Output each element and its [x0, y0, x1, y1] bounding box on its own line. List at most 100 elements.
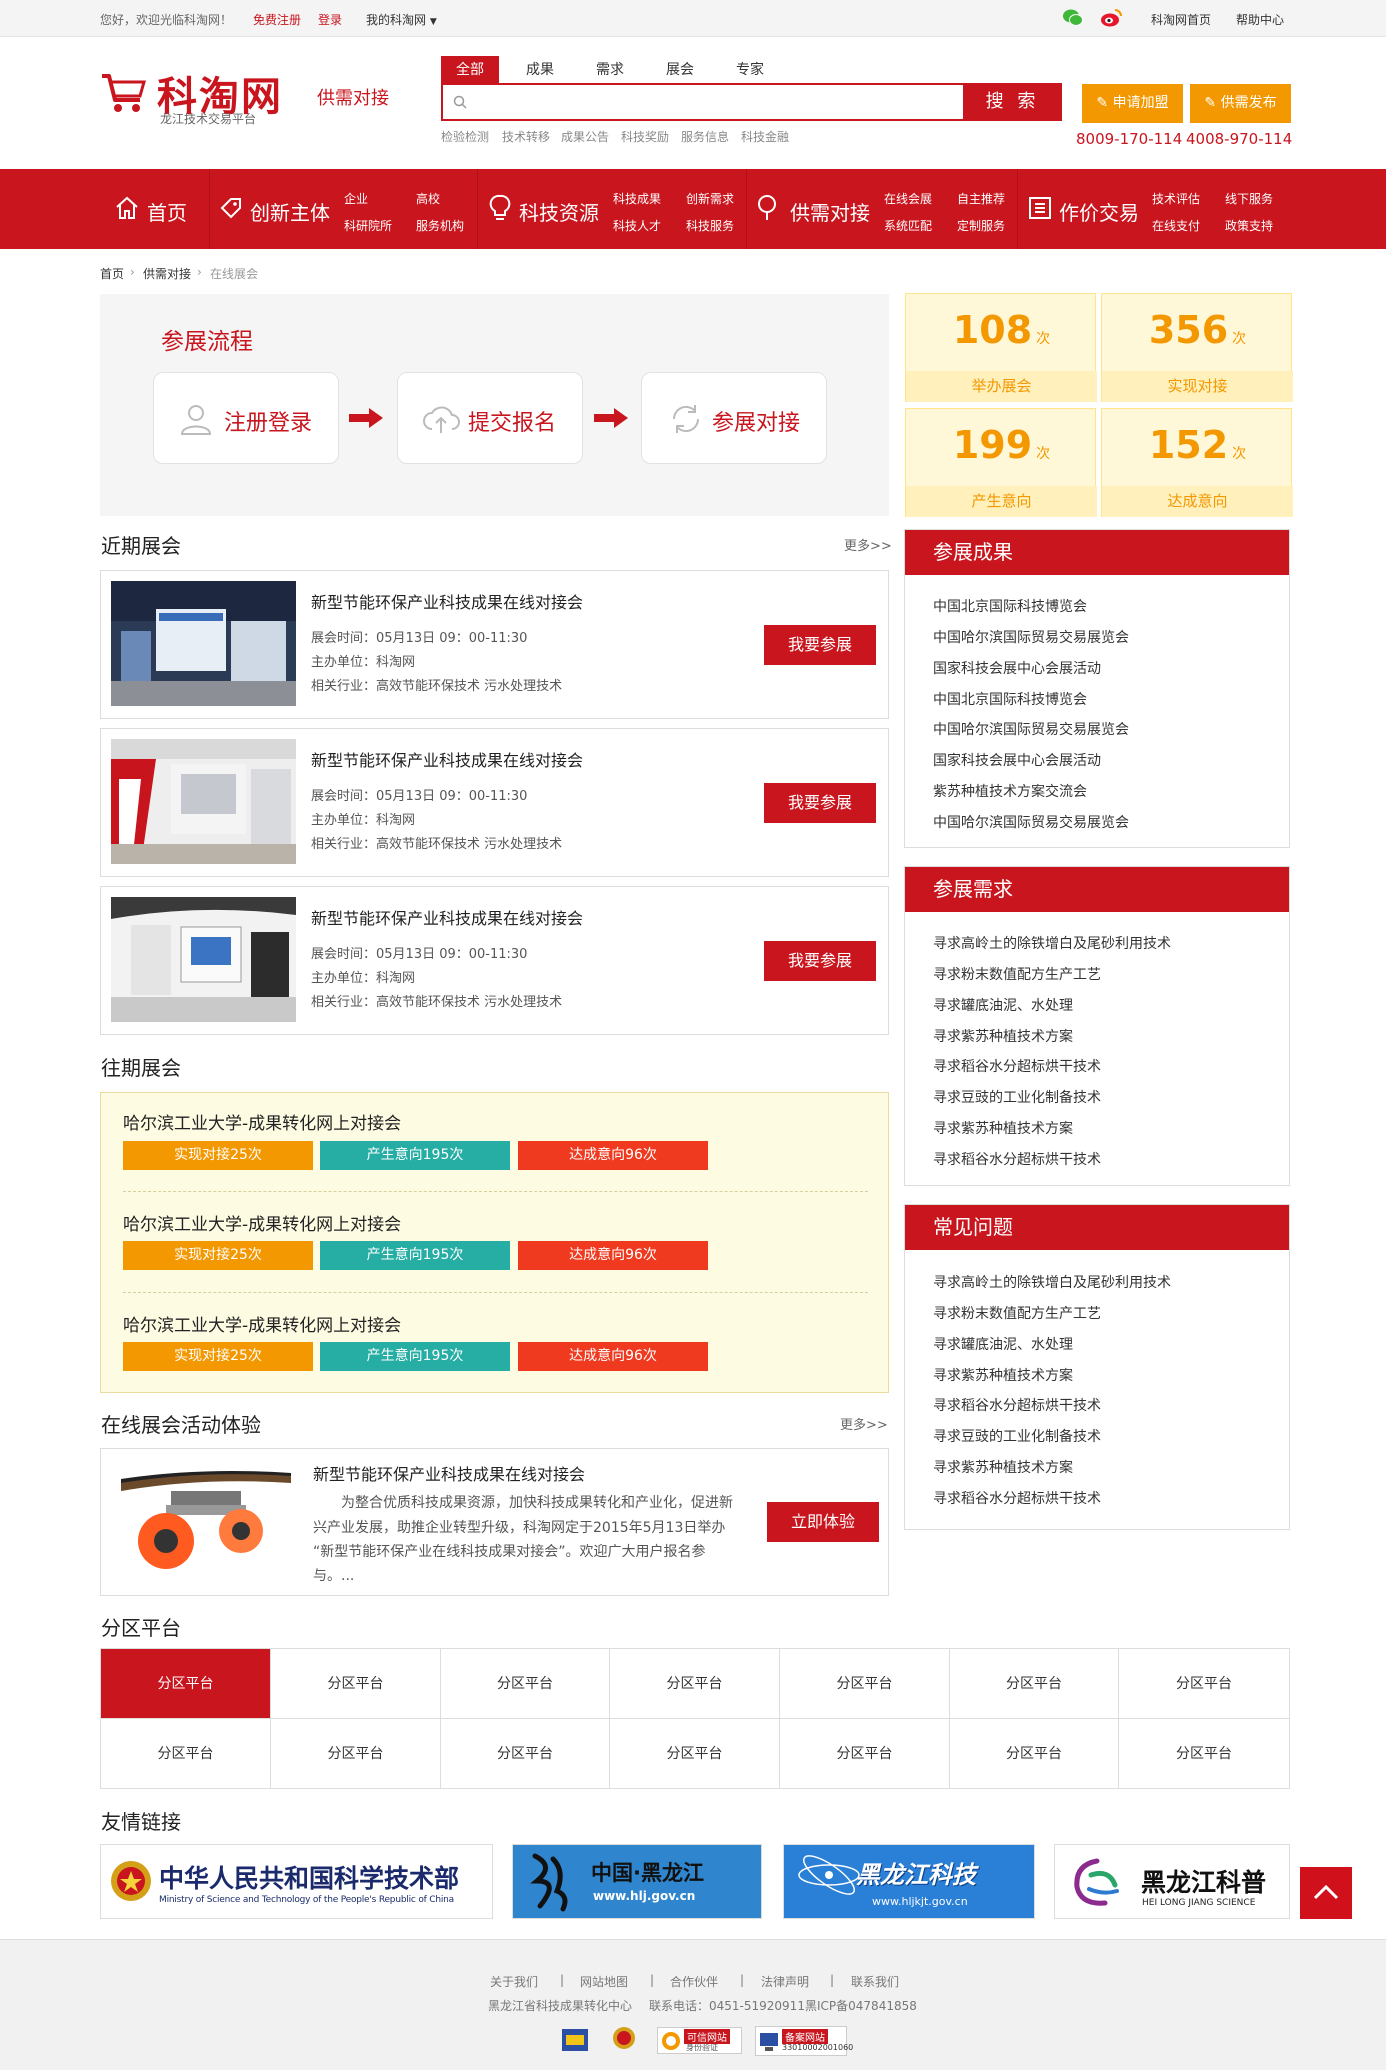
expo-title[interactable]: 新型节能环保产业科技成果在线对接会 — [311, 589, 583, 613]
search-tab-all[interactable]: 全部 — [441, 56, 499, 84]
experience-more-link[interactable]: 更多>> — [840, 1414, 888, 1433]
search-tab-expert[interactable]: 专家 — [721, 56, 779, 84]
partition-cell[interactable]: 分区平台 — [271, 1649, 441, 1719]
wechat-icon[interactable] — [1062, 8, 1084, 31]
past-expo-title[interactable]: 哈尔滨工业大学-成果转化网上对接会 — [123, 1109, 401, 1134]
site-home-link[interactable]: 科淘网首页 — [1151, 11, 1211, 28]
side-list-item[interactable]: 中国哈尔滨国际贸易交易展览会 — [933, 719, 1129, 739]
nav-pricing-trade[interactable]: 作价交易 — [1059, 197, 1139, 226]
partition-cell[interactable]: 分区平台 — [950, 1649, 1119, 1719]
link-hlj-gov[interactable]: 中国·黑龙江 www.hlj.gov.cn — [512, 1844, 762, 1919]
search-input[interactable] — [441, 83, 963, 121]
past-expo-title[interactable]: 哈尔滨工业大学-成果转化网上对接会 — [123, 1210, 401, 1235]
login-link[interactable]: 登录 — [318, 11, 342, 28]
nav-link-talent[interactable]: 科技人才 — [613, 217, 661, 234]
partition-cell[interactable]: 分区平台 — [1119, 1649, 1289, 1719]
side-list-item[interactable]: 寻求稻谷水分超标烘干技术 — [933, 1488, 1101, 1508]
side-list-item[interactable]: 寻求罐底油泥、水处理 — [933, 995, 1073, 1015]
footer-link-partners[interactable]: 合作伙伴 — [670, 1973, 718, 1990]
side-list-item[interactable]: 中国北京国际科技博览会 — [933, 596, 1087, 616]
partition-cell[interactable]: 分区平台 — [610, 1719, 780, 1789]
search-tab-demand[interactable]: 需求 — [581, 56, 639, 84]
hot-word-2[interactable]: 技术转移 — [502, 128, 550, 145]
partition-cell[interactable]: 分区平台 — [101, 1719, 271, 1789]
publish-demand-button[interactable]: ✎ 供需发布 — [1190, 84, 1291, 123]
expo-title[interactable]: 新型节能环保产业科技成果在线对接会 — [311, 905, 583, 929]
step-register[interactable]: 注册登录 — [153, 372, 339, 464]
nav-link-custom-service[interactable]: 定制服务 — [957, 217, 1005, 234]
my-account-menu[interactable]: 我的科淘网 ▼ — [366, 11, 437, 28]
nav-link-enterprise[interactable]: 企业 — [344, 190, 368, 207]
side-list-item[interactable]: 紫苏种植技术方案交流会 — [933, 781, 1087, 801]
search-tab-expo[interactable]: 展会 — [651, 56, 709, 84]
nav-link-service-org[interactable]: 服务机构 — [416, 217, 464, 234]
side-list-item[interactable]: 中国哈尔滨国际贸易交易展览会 — [933, 627, 1129, 647]
side-list-item[interactable]: 寻求紫苏种植技术方案 — [933, 1365, 1073, 1385]
breadcrumb-home[interactable]: 首页 — [100, 265, 124, 282]
side-list-item[interactable]: 寻求高岭土的除铁增白及尾砂利用技术 — [933, 933, 1171, 953]
side-list-item[interactable]: 中国哈尔滨国际贸易交易展览会 — [933, 812, 1129, 832]
side-list-item[interactable]: 中国北京国际科技博览会 — [933, 689, 1087, 709]
link-most[interactable]: 中华人民共和国科学技术部 Ministry of Science and Tec… — [100, 1844, 493, 1919]
partition-cell[interactable]: 分区平台 — [271, 1719, 441, 1789]
side-list-item[interactable]: 寻求豆豉的工业化制备技术 — [933, 1426, 1101, 1446]
apply-join-button[interactable]: ✎ 申请加盟 — [1082, 84, 1183, 123]
join-expo-button[interactable]: 我要参展 — [764, 941, 876, 981]
help-center-link[interactable]: 帮助中心 — [1236, 11, 1284, 28]
side-list-item[interactable]: 寻求粉末数值配方生产工艺 — [933, 1303, 1101, 1323]
nav-link-tech-results[interactable]: 科技成果 — [613, 190, 661, 207]
side-list-item[interactable]: 寻求稻谷水分超标烘干技术 — [933, 1395, 1101, 1415]
nav-link-online-expo[interactable]: 在线会展 — [884, 190, 932, 207]
side-list-item[interactable]: 寻求粉末数值配方生产工艺 — [933, 964, 1101, 984]
footer-link-about[interactable]: 关于我们 — [490, 1973, 538, 1990]
partition-cell[interactable]: 分区平台 — [950, 1719, 1119, 1789]
past-expo-title[interactable]: 哈尔滨工业大学-成果转化网上对接会 — [123, 1311, 401, 1336]
nav-innovation-subject[interactable]: 创新主体 — [250, 197, 330, 226]
hot-word-6[interactable]: 科技金融 — [741, 128, 789, 145]
side-list-item[interactable]: 国家科技会展中心会展活动 — [933, 658, 1101, 678]
side-list-item[interactable]: 寻求紫苏种植技术方案 — [933, 1118, 1073, 1138]
nav-link-online-pay[interactable]: 在线支付 — [1152, 217, 1200, 234]
link-hlj-kjt[interactable]: 黑龙江科技 www.hljkjt.gov.cn — [783, 1844, 1035, 1919]
footer-link-legal[interactable]: 法律声明 — [761, 1973, 809, 1990]
join-expo-button[interactable]: 我要参展 — [764, 625, 876, 665]
register-link[interactable]: 免费注册 — [253, 11, 301, 28]
breadcrumb-supply-demand[interactable]: 供需对接 — [143, 265, 191, 282]
hot-word-5[interactable]: 服务信息 — [681, 128, 729, 145]
hot-word-3[interactable]: 成果公告 — [561, 128, 609, 145]
link-hlj-kepu[interactable]: 黑龙江科普 HEI LONG JIANG SCIENCE — [1054, 1844, 1290, 1919]
side-list-item[interactable]: 寻求稻谷水分超标烘干技术 — [933, 1056, 1101, 1076]
side-list-item[interactable]: 寻求紫苏种植技术方案 — [933, 1457, 1073, 1477]
side-list-item[interactable]: 寻求高岭土的除铁增白及尾砂利用技术 — [933, 1272, 1171, 1292]
partition-cell[interactable]: 分区平台 — [610, 1649, 780, 1719]
search-button[interactable]: 搜 索 — [963, 83, 1062, 121]
try-now-button[interactable]: 立即体验 — [767, 1502, 879, 1542]
nav-link-innovation-demand[interactable]: 创新需求 — [686, 190, 734, 207]
partition-cell[interactable]: 分区平台 — [780, 1719, 950, 1789]
police-badge-icon[interactable] — [560, 2025, 590, 2055]
join-expo-button[interactable]: 我要参展 — [764, 783, 876, 823]
back-to-top-button[interactable] — [1300, 1867, 1352, 1919]
nav-link-self-recommend[interactable]: 自主推荐 — [957, 190, 1005, 207]
side-list-item[interactable]: 国家科技会展中心会展活动 — [933, 750, 1101, 770]
recent-more-link[interactable]: 更多>> — [844, 535, 892, 554]
nav-link-tech-service[interactable]: 科技服务 — [686, 217, 734, 234]
experience-item-title[interactable]: 新型节能环保产业科技成果在线对接会 — [313, 1461, 585, 1485]
partition-cell[interactable]: 分区平台 — [441, 1719, 610, 1789]
side-list-item[interactable]: 寻求罐底油泥、水处理 — [933, 1334, 1073, 1354]
nav-tech-resources[interactable]: 科技资源 — [519, 197, 599, 226]
side-list-item[interactable]: 寻求稻谷水分超标烘干技术 — [933, 1149, 1101, 1169]
footer-link-sitemap[interactable]: 网站地图 — [580, 1973, 628, 1990]
public-security-icon[interactable] — [610, 2024, 638, 2056]
nav-link-research[interactable]: 科研院所 — [344, 217, 392, 234]
nav-link-tech-evaluation[interactable]: 技术评估 — [1152, 190, 1200, 207]
search-tab-results[interactable]: 成果 — [511, 56, 569, 84]
nav-link-system-match[interactable]: 系统匹配 — [884, 217, 932, 234]
hot-word-1[interactable]: 检验检测 — [441, 128, 489, 145]
weibo-icon[interactable] — [1100, 7, 1124, 32]
partition-cell[interactable]: 分区平台 — [441, 1649, 610, 1719]
side-list-item[interactable]: 寻求豆豉的工业化制备技术 — [933, 1087, 1101, 1107]
side-list-item[interactable]: 寻求紫苏种植技术方案 — [933, 1026, 1073, 1046]
expo-title[interactable]: 新型节能环保产业科技成果在线对接会 — [311, 747, 583, 771]
nav-home[interactable]: 首页 — [147, 197, 187, 226]
